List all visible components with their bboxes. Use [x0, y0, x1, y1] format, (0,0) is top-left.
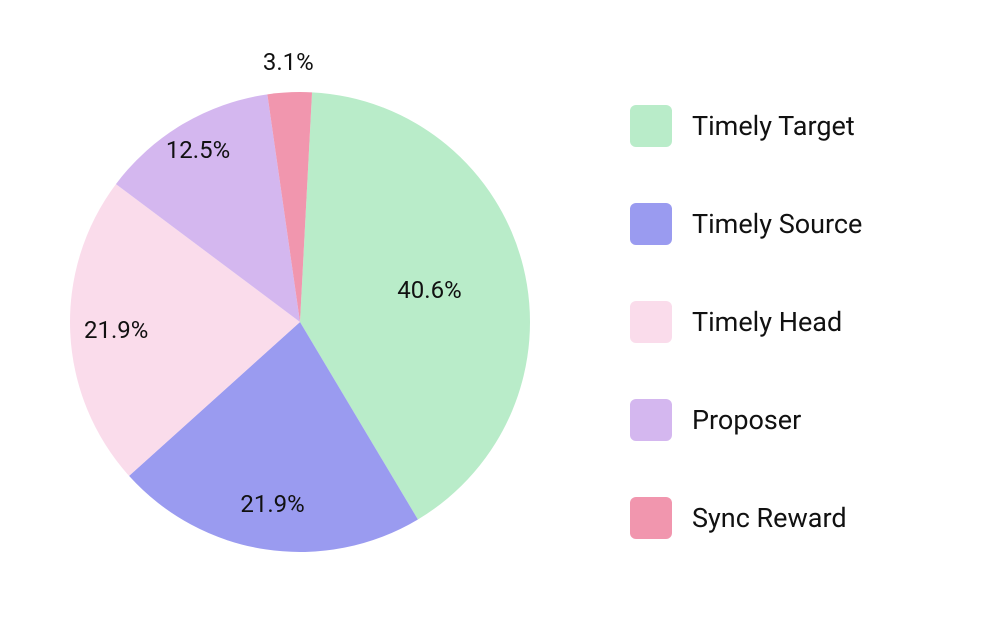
legend-swatch	[630, 203, 672, 245]
legend-label: Sync Reward	[692, 502, 847, 534]
pie-chart-container: 40.6%21.9%21.9%12.5%3.1% Timely TargetTi…	[0, 0, 999, 644]
legend-label: Timely Source	[692, 208, 862, 240]
legend-item: Timely Head	[630, 301, 979, 343]
legend-swatch	[630, 497, 672, 539]
legend-label: Timely Target	[692, 110, 855, 142]
legend-swatch	[630, 105, 672, 147]
pie-slice-label: 3.1%	[263, 48, 314, 76]
pie-slice-label: 21.9%	[240, 490, 304, 518]
legend-label: Proposer	[692, 404, 801, 436]
pie-slice-label: 40.6%	[397, 276, 461, 304]
legend-item: Proposer	[630, 399, 979, 441]
legend-swatch	[630, 399, 672, 441]
pie-slice-label: 21.9%	[84, 316, 148, 344]
legend-item: Sync Reward	[630, 497, 979, 539]
pie-slice-label: 12.5%	[166, 136, 230, 164]
legend-item: Timely Target	[630, 105, 979, 147]
legend: Timely Target Timely Source Timely Head Pro…	[600, 105, 999, 539]
pie-chart: 40.6% 21.9% 21.9% 12.5% 3.1%	[0, 0, 600, 644]
legend-label: Timely Head	[692, 306, 842, 338]
legend-item: Timely Source	[630, 203, 979, 245]
legend-swatch	[630, 301, 672, 343]
